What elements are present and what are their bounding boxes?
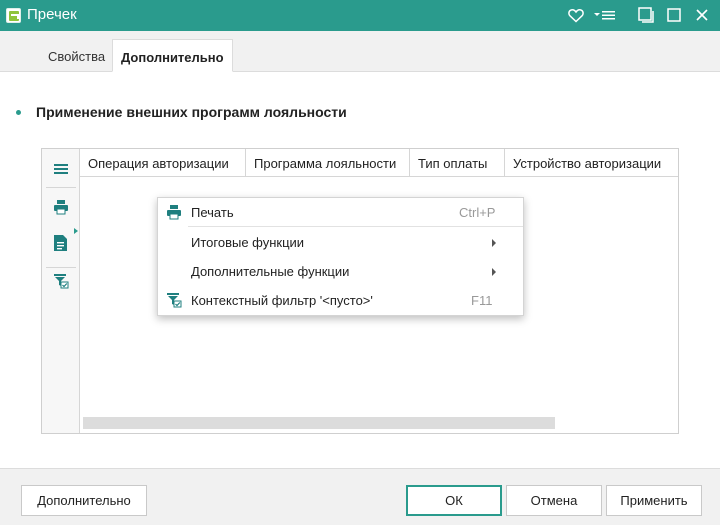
toolbar-divider [46, 267, 76, 268]
document-list-icon[interactable] [51, 233, 71, 253]
column-auth-device[interactable]: Устройство авторизации [505, 149, 678, 176]
tab-strip: Свойства Дополнительно [0, 31, 720, 72]
menu-item-label: Печать [191, 205, 234, 220]
window-titlebar: Пречек [0, 0, 720, 31]
menu-item-shortcut: F11 [471, 293, 493, 308]
window-title: Пречек [27, 6, 77, 23]
column-loyalty-program[interactable]: Программа лояльности [246, 149, 410, 176]
grid-toolbar [42, 149, 80, 433]
ok-button[interactable]: ОК [406, 485, 502, 516]
submenu-arrow-icon [492, 239, 496, 247]
menu-item-print[interactable]: Печать Ctrl+P [158, 198, 523, 226]
filter-check-icon [166, 292, 182, 308]
cancel-button[interactable]: Отмена [506, 485, 602, 516]
column-auth-operation[interactable]: Операция авторизации [80, 149, 246, 176]
menu-divider [188, 226, 523, 227]
maximize-icon[interactable] [664, 5, 684, 25]
close-icon[interactable] [692, 5, 712, 25]
apply-button[interactable]: Применить [606, 485, 702, 516]
column-payment-type[interactable]: Тип оплаты [410, 149, 505, 176]
menu-item-label: Контекстный фильтр '<пусто>' [191, 293, 373, 308]
favorite-heart-icon[interactable] [566, 5, 586, 25]
menu-dropdown-icon[interactable] [592, 5, 618, 25]
filter-check-icon[interactable] [51, 271, 71, 291]
tab-properties[interactable]: Свойства [40, 39, 113, 72]
print-icon [166, 204, 182, 220]
section-bullet [16, 110, 21, 115]
dialog-footer: Дополнительно ОК Отмена Применить [0, 468, 720, 525]
submenu-indicator-icon [74, 228, 78, 234]
menu-item-additional-functions[interactable]: Дополнительные функции [158, 257, 523, 285]
app-icon [6, 8, 21, 23]
submenu-arrow-icon [492, 268, 496, 276]
context-menu: Печать Ctrl+P Итоговые функции Дополните… [157, 197, 524, 316]
more-button[interactable]: Дополнительно [21, 485, 147, 516]
menu-item-shortcut: Ctrl+P [459, 205, 496, 220]
horizontal-scrollbar[interactable] [83, 417, 555, 429]
menu-item-label: Дополнительные функции [191, 264, 350, 279]
menu-icon[interactable] [51, 159, 71, 179]
print-icon[interactable] [51, 197, 71, 217]
toolbar-divider [46, 187, 76, 188]
menu-item-label: Итоговые функции [191, 235, 305, 250]
tab-additional[interactable]: Дополнительно [112, 39, 233, 72]
restore-icon[interactable] [636, 5, 656, 25]
menu-item-context-filter[interactable]: Контекстный фильтр '<пусто>' F11 [158, 286, 523, 314]
grid-header: Операция авторизации Программа лояльност… [80, 149, 678, 177]
menu-item-summary-functions[interactable]: Итоговые функции [158, 228, 523, 256]
section-title: Применение внешних программ лояльности [36, 104, 347, 120]
